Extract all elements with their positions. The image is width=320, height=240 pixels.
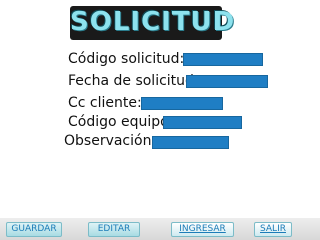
cc-cliente-field[interactable] [141,97,223,110]
codigo-equipo-field[interactable] [163,116,242,129]
ingresar-button[interactable]: INGRESAR [171,222,234,237]
ingresar-button-label: INGRESAR [179,224,226,234]
page-title-banner: SOLICITUD [70,6,236,40]
codigo-equipo-label: Código equipo: [68,114,174,130]
fecha-solicitud-field[interactable] [186,75,268,88]
salir-button-label: SALIR [260,224,286,234]
guardar-button[interactable]: GUARDAR [6,222,62,237]
codigo-solicitud-label: Código solicitud: [68,51,185,67]
editar-button[interactable]: EDITAR [88,222,140,237]
observacion-label: Observación: [64,133,157,149]
editar-button-label: EDITAR [97,224,131,234]
observacion-field[interactable] [152,136,229,149]
fecha-solicitud-label: Fecha de solicitud [68,73,194,89]
codigo-solicitud-field[interactable] [183,53,263,66]
page-title: SOLICITUD [70,7,236,37]
cc-cliente-label: Cc cliente: [68,95,142,111]
guardar-button-label: GUARDAR [11,224,57,234]
salir-button[interactable]: SALIR [254,222,292,237]
